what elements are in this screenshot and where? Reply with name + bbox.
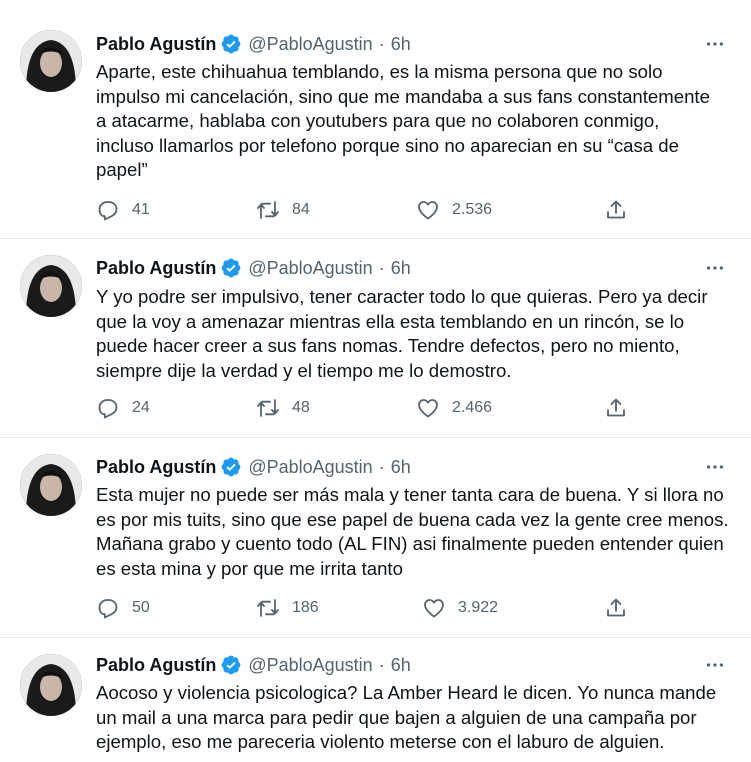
like-icon <box>416 198 440 222</box>
share-icon <box>604 198 628 222</box>
share-button[interactable] <box>604 198 628 222</box>
tweet[interactable]: Pablo Agustín @PabloAgustin · 6h Esta mu… <box>0 438 751 638</box>
like-icon <box>422 596 446 620</box>
reply-icon <box>96 396 120 420</box>
tweet-header: Pablo Agustín @PabloAgustin · 6h <box>96 32 411 56</box>
reply-count: 50 <box>132 599 150 616</box>
tweet-text: Y yo podre ser impulsivo, tener caracter… <box>96 286 708 381</box>
reply-icon <box>96 596 120 620</box>
timestamp[interactable]: 6h <box>391 655 411 676</box>
share-icon <box>604 596 628 620</box>
more-icon[interactable] <box>703 455 727 479</box>
timestamp[interactable]: 6h <box>391 457 411 478</box>
tweet-text: Esta mujer no puede ser más mala y tener… <box>96 484 729 579</box>
verified-badge-icon <box>220 33 242 55</box>
like-button[interactable]: 2.536 <box>416 198 492 222</box>
separator-dot: · <box>378 654 385 675</box>
tweet-header: Pablo Agustín @PabloAgustin · 6h <box>96 256 411 280</box>
retweet-button[interactable]: 186 <box>256 596 319 620</box>
separator-dot: · <box>378 456 385 477</box>
tweet-feed: Pablo Agustín @PabloAgustin · 6h Aparte,… <box>0 0 751 762</box>
more-icon[interactable] <box>703 653 727 677</box>
tweet[interactable]: Pablo Agustín @PabloAgustin · 6h Aocoso … <box>0 638 751 762</box>
author-handle[interactable]: @PabloAgustin <box>248 457 372 478</box>
timestamp[interactable]: 6h <box>391 34 411 55</box>
author-name[interactable]: Pablo Agustín <box>96 258 216 279</box>
tweet-header: Pablo Agustín @PabloAgustin · 6h <box>96 455 411 479</box>
reply-button[interactable]: 50 <box>96 596 150 620</box>
share-icon <box>604 396 628 420</box>
author-name[interactable]: Pablo Agustín <box>96 457 216 478</box>
like-button[interactable]: 3.922 <box>422 596 498 620</box>
retweet-icon <box>256 596 280 620</box>
timestamp[interactable]: 6h <box>391 258 411 279</box>
retweet-icon <box>256 396 280 420</box>
more-icon[interactable] <box>703 32 727 56</box>
tweet-actions: 24 48 2.466 <box>96 396 636 422</box>
share-button[interactable] <box>604 396 628 420</box>
reply-button[interactable]: 24 <box>96 396 150 420</box>
retweet-button[interactable]: 84 <box>256 198 310 222</box>
more-icon[interactable] <box>703 256 727 280</box>
avatar[interactable] <box>20 255 82 317</box>
author-handle[interactable]: @PabloAgustin <box>248 655 372 676</box>
tweet-text: Aocoso y violencia psicologica? La Amber… <box>96 682 717 752</box>
verified-badge-icon <box>220 654 242 676</box>
avatar[interactable] <box>20 454 82 516</box>
tweet[interactable]: Pablo Agustín @PabloAgustin · 6h Y yo po… <box>0 239 751 438</box>
like-icon <box>416 396 440 420</box>
verified-badge-icon <box>220 456 242 478</box>
tweet[interactable]: Pablo Agustín @PabloAgustin · 6h Aparte,… <box>0 10 751 239</box>
author-name[interactable]: Pablo Agustín <box>96 655 216 676</box>
retweet-count: 48 <box>292 399 310 416</box>
reply-count: 41 <box>132 201 150 218</box>
tweet-actions: 50 186 3.922 <box>96 596 636 622</box>
reply-button[interactable]: 41 <box>96 198 150 222</box>
like-count: 3.922 <box>458 599 499 616</box>
author-handle[interactable]: @PabloAgustin <box>248 34 372 55</box>
separator-dot: · <box>378 257 385 278</box>
retweet-count: 186 <box>292 599 319 616</box>
avatar[interactable] <box>20 654 82 716</box>
tweet-actions: 41 84 2.536 <box>96 198 636 224</box>
author-handle[interactable]: @PabloAgustin <box>248 258 372 279</box>
reply-icon <box>96 198 120 222</box>
author-name[interactable]: Pablo Agustín <box>96 34 216 55</box>
retweet-icon <box>256 198 280 222</box>
reply-count: 24 <box>132 399 150 416</box>
like-count: 2.536 <box>452 201 493 218</box>
tweet-text: Aparte, este chihuahua temblando, es la … <box>96 61 710 180</box>
tweet-header: Pablo Agustín @PabloAgustin · 6h <box>96 653 411 677</box>
separator-dot: · <box>378 33 385 54</box>
avatar[interactable] <box>20 30 82 92</box>
verified-badge-icon <box>220 257 242 279</box>
like-count: 2.466 <box>452 399 493 416</box>
retweet-button[interactable]: 48 <box>256 396 310 420</box>
share-button[interactable] <box>604 596 628 620</box>
retweet-count: 84 <box>292 201 310 218</box>
like-button[interactable]: 2.466 <box>416 396 492 420</box>
